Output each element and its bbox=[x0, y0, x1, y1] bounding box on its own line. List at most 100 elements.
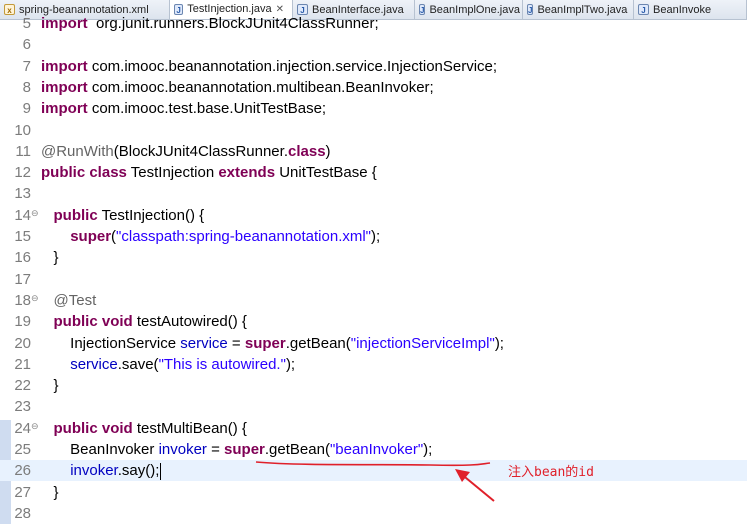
code-token: public bbox=[53, 419, 98, 437]
code-line[interactable]: 20 InjectionService service = super.getB… bbox=[0, 333, 747, 354]
line-number: 10 bbox=[14, 121, 31, 139]
line-number: 16 bbox=[14, 249, 31, 267]
code-line[interactable]: 18 ⊖ @Test bbox=[0, 290, 747, 311]
code-line[interactable]: 15 super("classpath:spring-beanannotatio… bbox=[0, 226, 747, 247]
code-text: service.save("This is autowired."); bbox=[41, 354, 295, 375]
code-token: super bbox=[224, 441, 265, 458]
code-line[interactable]: 12 public class TestInjection extends Uni… bbox=[0, 162, 747, 183]
code-token: = bbox=[206, 441, 225, 458]
code-line[interactable]: 6 bbox=[0, 34, 747, 55]
code-token: super bbox=[244, 334, 286, 352]
code-line[interactable]: 17 bbox=[0, 269, 747, 290]
text-cursor bbox=[160, 462, 162, 480]
code-token: ); bbox=[423, 441, 433, 458]
code-token: UnitTestBase { bbox=[275, 164, 377, 182]
code-line[interactable]: 10 bbox=[0, 120, 747, 141]
code-line[interactable]: 5 import org.junit.runners.BlockJUnit4Cla… bbox=[0, 13, 747, 34]
code-token: testAutowired() { bbox=[132, 313, 247, 331]
code-token: com.imooc.beanannotation.injection.servi… bbox=[87, 57, 498, 75]
code-text: @Test bbox=[41, 290, 97, 311]
code-token: ); bbox=[494, 334, 504, 352]
code-token: org.junit.runners.BlockJUnit4ClassRunner… bbox=[87, 15, 379, 32]
code-editor[interactable]: 5 import org.junit.runners.BlockJUnit4Cla… bbox=[0, 15, 747, 524]
code-text: super("classpath:spring-beanannotation.x… bbox=[41, 226, 380, 247]
line-number: 20 bbox=[14, 334, 31, 352]
code-token: = bbox=[227, 334, 245, 352]
line-number: 13 bbox=[14, 185, 31, 203]
line-number: 11 bbox=[15, 142, 31, 160]
code-line[interactable]: 25 BeanInvoker invoker = super.getBean("… bbox=[0, 439, 747, 460]
code-token: ) bbox=[325, 142, 331, 160]
code-line[interactable]: 19 public void testAutowired() { bbox=[0, 311, 747, 332]
code-line[interactable]: 13 bbox=[0, 183, 747, 204]
code-token: @RunWith bbox=[41, 142, 114, 160]
code-token: InjectionService bbox=[41, 334, 181, 352]
code-token: testMultiBean() { bbox=[132, 419, 247, 437]
code-token: public bbox=[53, 313, 98, 331]
code-token: service bbox=[70, 355, 118, 373]
code-line[interactable]: 14 ⊖ public TestInjection() { bbox=[0, 205, 747, 226]
line-number: 22 bbox=[14, 377, 31, 395]
code-text: public void testAutowired() { bbox=[41, 311, 247, 332]
code-line[interactable]: 21 service.save("This is autowired."); bbox=[0, 354, 747, 375]
code-text: public class TestInjection extends UnitT… bbox=[41, 162, 377, 183]
code-text: } bbox=[41, 482, 59, 503]
code-text: public TestInjection() { bbox=[41, 205, 205, 226]
code-text: public void testMultiBean() { bbox=[41, 418, 247, 439]
line-number: 27 bbox=[14, 483, 31, 501]
line-number: 6 bbox=[22, 36, 31, 54]
code-token: service bbox=[180, 334, 228, 352]
code-token: public bbox=[53, 206, 98, 224]
code-line[interactable]: 16 } bbox=[0, 247, 747, 268]
code-token: .save( bbox=[117, 355, 159, 373]
code-line[interactable]: 24 ⊖ public void testMultiBean() { bbox=[0, 418, 747, 439]
code-token: "This is autowired." bbox=[158, 355, 286, 373]
code-token: invoker bbox=[70, 462, 118, 480]
code-token: "beanInvoker" bbox=[329, 441, 424, 458]
code-token: ); bbox=[285, 355, 296, 373]
code-text: } bbox=[41, 375, 59, 396]
code-token: @Test bbox=[53, 291, 97, 309]
line-number: 9 bbox=[22, 100, 31, 118]
line-number: 19 bbox=[14, 313, 31, 331]
code-token: extends bbox=[218, 164, 276, 182]
code-token: } bbox=[41, 249, 59, 267]
code-line[interactable]: 26 invoker.say(); bbox=[0, 460, 747, 482]
code-token: public bbox=[41, 164, 86, 182]
code-text: import com.imooc.beanannotation.injectio… bbox=[41, 56, 497, 77]
code-text: import com.imooc.test.base.UnitTestBase; bbox=[41, 98, 326, 119]
code-line[interactable]: 9 import com.imooc.test.base.UnitTestBase… bbox=[0, 98, 747, 119]
code-line[interactable]: 23 bbox=[0, 396, 747, 417]
line-number: 18 bbox=[14, 291, 31, 309]
code-token: com.imooc.test.base.UnitTestBase; bbox=[87, 100, 327, 118]
code-token: ); bbox=[371, 228, 381, 245]
code-line[interactable]: 8 import com.imooc.beanannotation.multibe… bbox=[0, 77, 747, 98]
fold-toggle-icon[interactable]: ⊖ bbox=[31, 205, 39, 221]
code-token: super bbox=[70, 228, 112, 245]
code-token: TestInjection() { bbox=[97, 206, 205, 224]
code-line[interactable]: 7 import com.imooc.beanannotation.injecti… bbox=[0, 56, 747, 77]
line-number: 14 bbox=[14, 206, 31, 224]
line-number: 8 bbox=[22, 78, 31, 96]
code-token: TestInjection bbox=[126, 164, 219, 182]
code-token: .getBean( bbox=[264, 441, 330, 458]
fold-toggle-icon[interactable]: ⊖ bbox=[31, 290, 39, 306]
code-line[interactable]: 22 } bbox=[0, 375, 747, 396]
code-token: "classpath:spring-beanannotation.xml" bbox=[116, 228, 372, 245]
code-line[interactable]: 28 bbox=[0, 503, 747, 524]
line-number: 24 bbox=[14, 419, 31, 437]
code-token: void bbox=[101, 313, 133, 331]
code-line[interactable]: 27 } bbox=[0, 482, 747, 503]
fold-toggle-icon[interactable]: ⊖ bbox=[31, 418, 39, 434]
code-line[interactable]: 11 @RunWith(BlockJUnit4ClassRunner.class) bbox=[0, 141, 747, 162]
code-token: import bbox=[41, 100, 88, 118]
line-number: 12 bbox=[14, 164, 31, 182]
code-token: } bbox=[41, 483, 59, 501]
line-number: 23 bbox=[14, 398, 31, 416]
code-text: invoker.say(); bbox=[41, 460, 162, 481]
